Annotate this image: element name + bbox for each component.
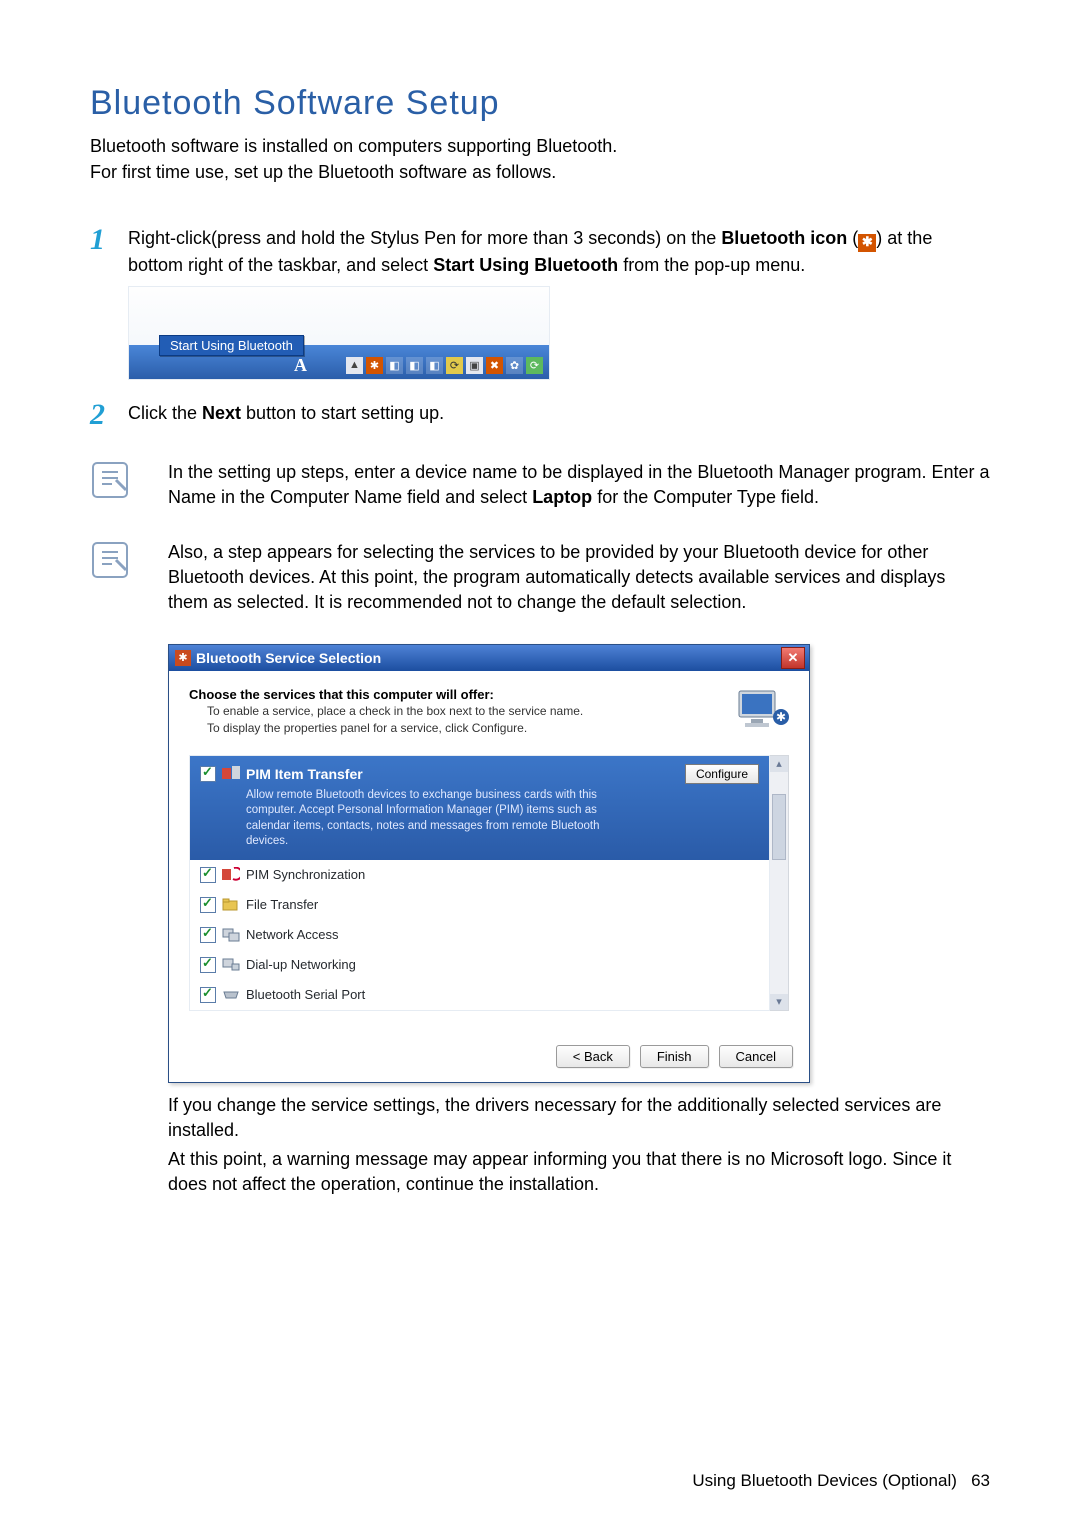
window-title: Bluetooth Service Selection xyxy=(196,650,781,666)
footer-page-number: 63 xyxy=(971,1471,990,1490)
step-2-part-b: button to start setting up. xyxy=(241,403,444,423)
step-2-bold: Next xyxy=(202,403,241,423)
service-description: Allow remote Bluetooth devices to exchan… xyxy=(246,788,626,850)
service-label: Bluetooth Serial Port xyxy=(246,987,365,1002)
service-title: PIM Item Transfer xyxy=(246,766,363,782)
service-item[interactable]: Network Access xyxy=(190,920,769,950)
window-button-row: < Back Finish Cancel xyxy=(169,1031,809,1082)
page-footer: Using Bluetooth Devices (Optional) 63 xyxy=(692,1471,990,1491)
step-1-bold-2: Start Using Bluetooth xyxy=(433,255,618,275)
tray-bluetooth-icon[interactable]: ✱ xyxy=(366,357,383,374)
tray-icon[interactable]: ◧ xyxy=(406,357,423,374)
service-checkbox[interactable] xyxy=(200,897,216,913)
bluetooth-service-selection-window: ✱ Bluetooth Service Selection ✕ Choose t… xyxy=(168,644,810,1083)
tray-icon[interactable]: ▲ xyxy=(346,357,363,374)
pim-item-transfer-icon xyxy=(222,766,240,781)
note-2-text: Also, a step appears for selecting the s… xyxy=(168,540,990,616)
service-checkbox[interactable] xyxy=(200,957,216,973)
close-button[interactable]: ✕ xyxy=(781,647,805,669)
note-1-text: In the setting up steps, enter a device … xyxy=(168,460,990,510)
configure-button[interactable]: Configure xyxy=(685,764,759,784)
window-app-icon: ✱ xyxy=(175,650,191,666)
step-1-part-b: ( xyxy=(847,228,858,248)
intro-line-2: For first time use, set up the Bluetooth… xyxy=(90,162,556,182)
service-item[interactable]: Bluetooth Serial Port xyxy=(190,980,769,1010)
taskbar-screenshot: Start Using Bluetooth A ▲ ✱ ◧ ◧ ◧ ⟳ ▣ ✖ … xyxy=(128,286,550,380)
service-label: Dial-up Networking xyxy=(246,957,356,972)
step-number-2: 2 xyxy=(90,400,128,430)
cancel-button[interactable]: Cancel xyxy=(719,1045,793,1068)
service-label: Network Access xyxy=(246,927,338,942)
service-item-highlighted[interactable]: PIM Item Transfer Configure Allow remote… xyxy=(190,756,769,860)
taskbar-tray: ▲ ✱ ◧ ◧ ◧ ⟳ ▣ ✖ ✿ ⟳ xyxy=(346,357,543,374)
back-button[interactable]: < Back xyxy=(556,1045,630,1068)
finish-button[interactable]: Finish xyxy=(640,1045,709,1068)
service-item[interactable]: Dial-up Networking xyxy=(190,950,769,980)
page-heading: Bluetooth Software Setup xyxy=(90,84,990,123)
window-body: Choose the services that this computer w… xyxy=(169,671,809,1031)
tray-icon[interactable]: ⟳ xyxy=(446,357,463,374)
pim-sync-icon xyxy=(222,867,240,882)
step-1-bold-1: Bluetooth icon xyxy=(721,228,847,248)
service-label: PIM Synchronization xyxy=(246,867,365,882)
service-label: File Transfer xyxy=(246,897,318,912)
service-item[interactable]: PIM Synchronization xyxy=(190,860,769,890)
note-icon xyxy=(90,460,140,505)
taskbar-language-indicator: A xyxy=(294,355,307,376)
footer-label: Using Bluetooth Devices (Optional) xyxy=(692,1471,957,1490)
file-transfer-icon xyxy=(222,897,240,912)
window-titlebar: ✱ Bluetooth Service Selection ✕ xyxy=(169,645,809,671)
tray-icon[interactable]: ◧ xyxy=(386,357,403,374)
computer-icon: ✱ xyxy=(737,687,789,731)
svg-text:✱: ✱ xyxy=(776,710,786,724)
note-icon xyxy=(90,540,140,585)
services-list: PIM Item Transfer Configure Allow remote… xyxy=(189,755,770,1011)
intro-line-1: Bluetooth software is installed on compu… xyxy=(90,136,617,156)
bluetooth-icon: ✱ xyxy=(858,234,876,252)
scroll-down-arrow-icon[interactable]: ▾ xyxy=(770,994,788,1010)
tray-icon[interactable]: ⟳ xyxy=(526,357,543,374)
tray-icon[interactable]: ✖ xyxy=(486,357,503,374)
choose-services-sub1: To enable a service, place a check in th… xyxy=(207,704,729,720)
service-item[interactable]: File Transfer xyxy=(190,890,769,920)
step-2-part-a: Click the xyxy=(128,403,202,423)
tray-icon[interactable]: ◧ xyxy=(426,357,443,374)
step-2-text: Click the Next button to start setting u… xyxy=(128,400,990,426)
network-access-icon xyxy=(222,927,240,942)
service-checkbox[interactable] xyxy=(200,766,216,782)
scrollbar[interactable]: ▴ ▾ xyxy=(770,755,789,1011)
note-1-bold: Laptop xyxy=(532,487,592,507)
choose-services-sub2: To display the properties panel for a se… xyxy=(207,721,729,737)
note-1-part-rest: for the Computer Type field. xyxy=(592,487,819,507)
dial-up-icon xyxy=(222,957,240,972)
service-checkbox[interactable] xyxy=(200,927,216,943)
choose-services-heading: Choose the services that this computer w… xyxy=(189,687,729,702)
serial-port-icon xyxy=(222,987,240,1002)
service-checkbox[interactable] xyxy=(200,867,216,883)
scroll-up-arrow-icon[interactable]: ▴ xyxy=(770,756,788,772)
after-window-text-2: At this point, a warning message may app… xyxy=(168,1147,988,1197)
step-number-1: 1 xyxy=(90,225,128,255)
tray-icon[interactable]: ▣ xyxy=(466,357,483,374)
taskbar-context-menu-item[interactable]: Start Using Bluetooth xyxy=(159,335,304,356)
tray-icon[interactable]: ✿ xyxy=(506,357,523,374)
after-window-text-1: If you change the service settings, the … xyxy=(168,1093,988,1143)
step-1-part-d: from the pop-up menu. xyxy=(618,255,805,275)
scroll-thumb[interactable] xyxy=(772,794,786,860)
step-1-text: Right-click(press and hold the Stylus Pe… xyxy=(128,225,990,278)
service-checkbox[interactable] xyxy=(200,987,216,1003)
step-1-part-a: Right-click(press and hold the Stylus Pe… xyxy=(128,228,721,248)
